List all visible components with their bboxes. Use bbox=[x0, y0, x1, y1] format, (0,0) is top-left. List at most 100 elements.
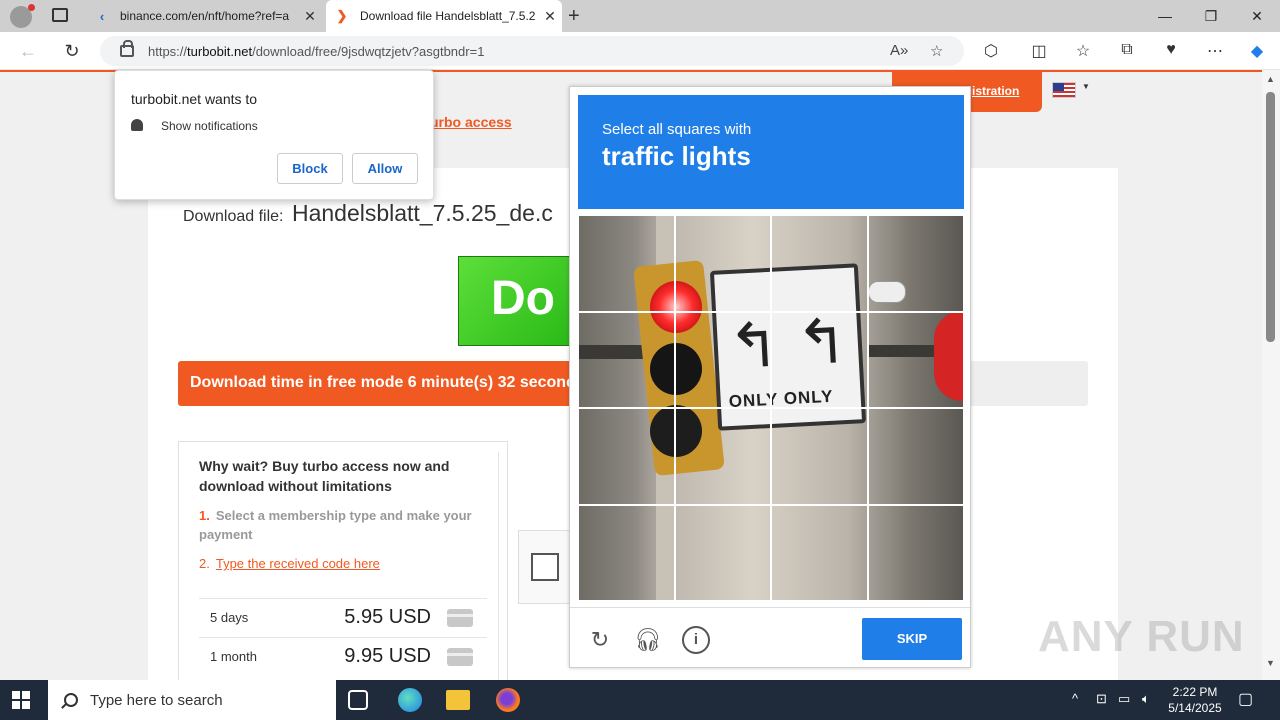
captcha-checkbox[interactable] bbox=[531, 553, 559, 581]
price-row[interactable]: 1 month 9.95 USD bbox=[199, 637, 487, 675]
chevron-up-icon[interactable]: ^ bbox=[1072, 691, 1078, 706]
extensions-icon[interactable]: ⬡ bbox=[980, 41, 1002, 61]
more-menu-icon[interactable]: ⋯ bbox=[1204, 41, 1226, 61]
captcha-tile[interactable] bbox=[674, 504, 771, 601]
refresh-icon[interactable]: ↻ bbox=[60, 39, 84, 63]
new-tab-button[interactable]: + bbox=[568, 5, 580, 28]
start-button[interactable] bbox=[12, 691, 30, 709]
tab-bar: ‹ binance.com/en/nft/home?ref=a ✕ ❯ Down… bbox=[0, 0, 1280, 32]
refresh-icon[interactable]: ↻ bbox=[586, 626, 614, 654]
captcha-widget bbox=[518, 530, 574, 604]
split-screen-icon[interactable]: ◫ bbox=[1028, 41, 1050, 61]
binance-favicon-icon: ‹ bbox=[99, 8, 105, 24]
block-button[interactable]: Block bbox=[277, 153, 343, 184]
notification-dot bbox=[28, 4, 35, 11]
headphones-icon[interactable]: 🎧︎ bbox=[634, 626, 662, 654]
device-icon[interactable]: ⊡ bbox=[1096, 691, 1107, 707]
tab-turbobit[interactable]: ❯ Download file Handelsblatt_7.5.2 ✕ bbox=[326, 0, 562, 32]
close-window-button[interactable]: ✕ bbox=[1234, 0, 1280, 32]
captcha-tile[interactable] bbox=[867, 215, 964, 312]
edge-icon[interactable] bbox=[398, 688, 422, 712]
captcha-tile[interactable] bbox=[578, 215, 675, 312]
download-file-heading: Download file: Handelsblatt_7.5.25_de.c bbox=[183, 200, 553, 227]
captcha-tile[interactable] bbox=[771, 408, 868, 505]
volume-icon[interactable]: 🔈︎ bbox=[1142, 691, 1150, 707]
performance-icon[interactable]: ♥ bbox=[1160, 41, 1182, 59]
captcha-header: Select all squares with traffic lights bbox=[578, 95, 964, 209]
captcha-tile[interactable] bbox=[674, 408, 771, 505]
captcha-tile[interactable] bbox=[771, 215, 868, 312]
permission-heading: turbobit.net wants to bbox=[131, 91, 258, 107]
captcha-tile[interactable] bbox=[867, 408, 964, 505]
collections-icon[interactable]: ⧉ bbox=[1116, 41, 1138, 59]
captcha-tile[interactable] bbox=[867, 311, 964, 408]
time-notice: Download time in free mode 6 minute(s) 3… bbox=[178, 361, 578, 406]
restore-button[interactable]: ❐ bbox=[1188, 0, 1234, 32]
notifications-icon[interactable]: ▢ bbox=[1238, 689, 1253, 709]
captcha-image-grid: ↰ ↰ ONLY ONLY bbox=[578, 215, 964, 601]
taskbar-clock[interactable]: 2:22 PM 5/14/2025 bbox=[1160, 684, 1230, 716]
divider bbox=[498, 452, 499, 680]
search-icon bbox=[64, 693, 78, 707]
captcha-tile[interactable] bbox=[771, 504, 868, 601]
chevron-down-icon[interactable]: ▼ bbox=[1082, 82, 1090, 91]
tab-binance[interactable]: ‹ binance.com/en/nft/home?ref=a ✕ bbox=[86, 0, 322, 32]
copilot-icon[interactable]: ◆ bbox=[1246, 41, 1268, 61]
file-explorer-icon[interactable] bbox=[446, 690, 470, 710]
step-2: 2. Type the received code here bbox=[199, 556, 380, 571]
taskbar-search[interactable]: Type here to search bbox=[48, 680, 336, 720]
firefox-icon[interactable] bbox=[496, 688, 520, 712]
download-banner[interactable]: Do bbox=[458, 256, 578, 346]
back-icon[interactable]: ← bbox=[16, 39, 40, 63]
captcha-tile[interactable] bbox=[578, 408, 675, 505]
browser-toolbar: ← ↻ https://turbobit.net/download/free/9… bbox=[0, 32, 1280, 70]
favorite-star-icon[interactable]: ☆ bbox=[930, 42, 943, 60]
why-wait-heading: Why wait? Buy turbo access now and downl… bbox=[199, 458, 450, 494]
notification-permission-popup: turbobit.net wants to Show notifications… bbox=[114, 70, 434, 200]
captcha-challenge: Select all squares with traffic lights ↰… bbox=[569, 86, 971, 668]
windows-taskbar: Type here to search ^ ⊡ ▭ 🔈︎ 2:22 PM 5/1… bbox=[0, 680, 1280, 720]
scroll-thumb[interactable] bbox=[1266, 92, 1275, 342]
captcha-tile[interactable] bbox=[578, 311, 675, 408]
allow-button[interactable]: Allow bbox=[352, 153, 418, 184]
anyrun-watermark: ANY RUN bbox=[1038, 612, 1245, 661]
task-view-icon[interactable] bbox=[348, 690, 368, 710]
skip-button[interactable]: SKIP bbox=[862, 618, 962, 660]
tab-title: Download file Handelsblatt_7.5.2 bbox=[360, 9, 536, 23]
close-tab-icon[interactable]: ✕ bbox=[298, 8, 322, 25]
page-scrollbar[interactable]: ▲ ▼ bbox=[1262, 70, 1280, 680]
address-bar[interactable]: https://turbobit.net/download/free/9jsdw… bbox=[100, 36, 964, 66]
step-1: 1. Select a membership type and make your… bbox=[199, 508, 472, 542]
date: 5/14/2025 bbox=[1168, 701, 1222, 715]
close-tab-icon[interactable]: ✕ bbox=[538, 8, 562, 25]
read-aloud-icon[interactable]: A» bbox=[890, 42, 908, 59]
captcha-tile[interactable] bbox=[771, 311, 868, 408]
captcha-tile[interactable] bbox=[578, 504, 675, 601]
lock-icon bbox=[120, 40, 134, 57]
us-flag-icon[interactable] bbox=[1052, 82, 1076, 98]
captcha-tile[interactable] bbox=[674, 215, 771, 312]
price-row[interactable]: 5 days 5.95 USD bbox=[199, 598, 487, 636]
minimize-button[interactable]: — bbox=[1142, 0, 1188, 32]
captcha-instruction: Select all squares with bbox=[602, 121, 752, 138]
tab-actions-icon[interactable] bbox=[52, 8, 68, 22]
captcha-tile[interactable] bbox=[867, 504, 964, 601]
scroll-up-icon[interactable]: ▲ bbox=[1266, 74, 1275, 84]
profile-avatar[interactable] bbox=[10, 4, 35, 28]
tab-title: binance.com/en/nft/home?ref=a bbox=[120, 9, 290, 23]
captcha-footer: ↻ 🎧︎ i SKIP bbox=[570, 607, 970, 669]
enter-code-link[interactable]: Type the received code here bbox=[216, 556, 380, 571]
captcha-tile[interactable] bbox=[674, 311, 771, 408]
network-icon[interactable]: ▭ bbox=[1118, 691, 1130, 707]
search-placeholder: Type here to search bbox=[90, 691, 223, 709]
turbo-offer-box: Why wait? Buy turbo access now and downl… bbox=[178, 441, 508, 680]
url-text: https://turbobit.net/download/free/9jsdw… bbox=[148, 43, 485, 59]
credit-card-icon bbox=[447, 608, 473, 627]
file-name: Handelsblatt_7.5.25_de.c bbox=[291, 200, 553, 226]
turbo-access-link[interactable]: urbo access bbox=[430, 114, 512, 130]
favorites-icon[interactable]: ☆ bbox=[1072, 41, 1094, 61]
scroll-down-icon[interactable]: ▼ bbox=[1266, 658, 1275, 668]
bell-icon bbox=[131, 119, 143, 131]
info-icon[interactable]: i bbox=[682, 626, 710, 654]
turbobit-favicon-icon: ❯ bbox=[336, 8, 348, 23]
